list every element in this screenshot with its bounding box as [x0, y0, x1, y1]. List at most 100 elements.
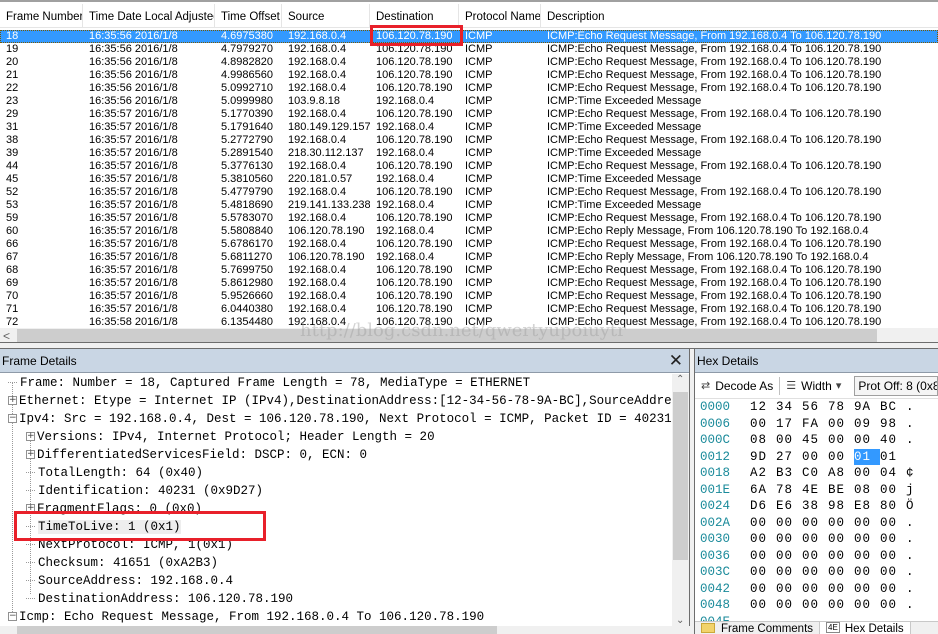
hex-byte[interactable]: 00: [854, 564, 880, 581]
hex-byte[interactable]: 12: [750, 399, 776, 416]
hex-byte[interactable]: 56: [802, 399, 828, 416]
hex-byte[interactable]: B3: [776, 465, 802, 482]
expand-icon[interactable]: +: [8, 396, 17, 406]
hex-byte[interactable]: 00: [802, 548, 828, 565]
table-row[interactable]: 38 16:35:57 2016/1/8 5.2772790 192.168.0.4 1…: [0, 134, 938, 147]
table-row[interactable]: 66 16:35:57 2016/1/8 5.6786170 192.168.0.4 1…: [0, 238, 938, 251]
hex-byte[interactable]: 00: [828, 564, 854, 581]
hex-byte[interactable]: 00: [802, 564, 828, 581]
hex-byte[interactable]: 9A: [854, 399, 880, 416]
table-row[interactable]: 52 16:35:57 2016/1/8 5.4779790 192.168.0.4 1…: [0, 186, 938, 199]
hex-byte[interactable]: 00: [802, 581, 828, 598]
tree-node[interactable]: + Ethernet: Etype = Internet IP (IPv4),De…: [0, 392, 672, 410]
hex-byte[interactable]: 00: [828, 531, 854, 548]
hex-byte[interactable]: 09: [854, 416, 880, 433]
tree-node[interactable]: SourceAddress: 192.168.0.4: [0, 572, 672, 590]
hex-byte[interactable]: 6A: [750, 482, 776, 499]
hex-byte[interactable]: FA: [802, 416, 828, 433]
hex-byte[interactable]: 00: [854, 597, 880, 614]
hex-byte[interactable]: E8: [854, 498, 880, 515]
table-row[interactable]: 31 16:35:57 2016/1/8 5.1791640 180.149.129.…: [0, 121, 938, 134]
tab-frame-comments[interactable]: Frame Comments: [695, 622, 819, 634]
hex-byte[interactable]: 00: [854, 548, 880, 565]
table-row[interactable]: 53 16:35:57 2016/1/8 5.4818690 219.141.133.…: [0, 199, 938, 212]
table-row[interactable]: 23 16:35:56 2016/1/8 5.0999980 103.9.8.18 19…: [0, 95, 938, 108]
hex-byte[interactable]: 00: [854, 432, 880, 449]
hex-byte[interactable]: 45: [802, 432, 828, 449]
hex-byte[interactable]: 00: [880, 597, 906, 614]
hex-byte[interactable]: 9D: [750, 449, 776, 466]
hex-byte[interactable]: 00: [750, 416, 776, 433]
column-header-protocol[interactable]: Protocol Name: [459, 4, 541, 28]
horizontal-scrollbar[interactable]: <: [0, 328, 938, 342]
hex-byte[interactable]: A2: [750, 465, 776, 482]
tree-node[interactable]: DestinationAddress: 106.120.78.190: [0, 590, 672, 608]
hex-byte[interactable]: 00: [828, 581, 854, 598]
tree-node[interactable]: − Icmp: Echo Request Message, From 192.16…: [0, 608, 672, 626]
hex-byte[interactable]: 00: [776, 597, 802, 614]
table-row[interactable]: 67 16:35:57 2016/1/8 5.6811270 106.120.78.1…: [0, 251, 938, 264]
table-row[interactable]: 44 16:35:57 2016/1/8 5.3776130 192.168.0.4 1…: [0, 160, 938, 173]
hex-byte[interactable]: 00: [828, 548, 854, 565]
table-row[interactable]: 29 16:35:57 2016/1/8 5.1770390 192.168.0.4 1…: [0, 108, 938, 121]
table-row[interactable]: 59 16:35:57 2016/1/8 5.5783070 192.168.0.4 1…: [0, 212, 938, 225]
hex-byte[interactable]: 78: [828, 399, 854, 416]
hex-byte[interactable]: 00: [776, 432, 802, 449]
scrollbar-thumb[interactable]: [17, 626, 497, 634]
tab-hex-details[interactable]: 4E Hex Details: [819, 622, 911, 634]
hex-byte[interactable]: 34: [776, 399, 802, 416]
hex-byte[interactable]: 98: [880, 416, 906, 433]
hex-byte[interactable]: 08: [854, 482, 880, 499]
hex-byte[interactable]: 00: [750, 564, 776, 581]
hex-byte[interactable]: 04: [880, 465, 906, 482]
table-row[interactable]: 19 16:35:56 2016/1/8 4.7979270 192.168.0.4 1…: [0, 43, 938, 56]
hex-byte[interactable]: 00: [750, 597, 776, 614]
hex-byte[interactable]: E6: [776, 498, 802, 515]
table-row[interactable]: 68 16:35:57 2016/1/8 5.7699750 192.168.0.4 1…: [0, 264, 938, 277]
hex-byte[interactable]: 00: [880, 515, 906, 532]
close-icon[interactable]: ✕: [669, 349, 683, 373]
vertical-scrollbar[interactable]: ⌃ ⌄: [672, 374, 689, 626]
width-dropdown[interactable]: ☰ Width ▾: [780, 375, 852, 397]
hex-byte[interactable]: 98: [828, 498, 854, 515]
table-row[interactable]: 70 16:35:57 2016/1/8 5.9526660 192.168.0.4 1…: [0, 290, 938, 303]
hex-byte[interactable]: 00: [828, 597, 854, 614]
hex-byte[interactable]: 17: [776, 416, 802, 433]
hex-byte[interactable]: 00: [880, 581, 906, 598]
hex-byte[interactable]: 00: [802, 449, 828, 466]
hex-byte[interactable]: 78: [776, 482, 802, 499]
hex-byte[interactable]: BC: [880, 399, 906, 416]
table-row[interactable]: 18 16:35:56 2016/1/8 4.6975380 192.168.0.4 1…: [0, 30, 938, 43]
scroll-down-icon[interactable]: ⌄: [676, 615, 684, 626]
column-header-time-offset[interactable]: Time Offset: [215, 4, 282, 28]
tree-node[interactable]: − Ipv4: Src = 192.168.0.4, Dest = 106.120…: [0, 410, 672, 428]
hex-byte[interactable]: 00: [828, 515, 854, 532]
hex-byte[interactable]: 00: [802, 597, 828, 614]
hex-byte[interactable]: 00: [828, 416, 854, 433]
hex-byte[interactable]: 00: [828, 432, 854, 449]
hex-byte[interactable]: 00: [776, 515, 802, 532]
hex-byte[interactable]: 00: [880, 548, 906, 565]
hex-byte[interactable]: 01: [880, 449, 906, 466]
hex-byte[interactable]: 00: [750, 581, 776, 598]
hex-byte[interactable]: 38: [802, 498, 828, 515]
hex-byte[interactable]: 27: [776, 449, 802, 466]
hex-byte[interactable]: 4E: [802, 482, 828, 499]
column-header-frame-number[interactable]: Frame Number: [0, 4, 83, 28]
tree-node[interactable]: TotalLength: 64 (0x40): [0, 464, 672, 482]
hex-byte[interactable]: 00: [750, 531, 776, 548]
tree-node[interactable]: Identification: 40231 (0x9D27): [0, 482, 672, 500]
collapse-icon[interactable]: −: [8, 414, 17, 424]
hex-byte[interactable]: 00: [802, 531, 828, 548]
table-row[interactable]: 71 16:35:57 2016/1/8 6.0440380 192.168.0.4 1…: [0, 303, 938, 316]
hex-byte[interactable]: 00: [776, 581, 802, 598]
protocol-offset-field[interactable]: Prot Off: 8 (0x8): [854, 375, 938, 396]
hex-byte[interactable]: A8: [828, 465, 854, 482]
hex-byte[interactable]: 00: [854, 531, 880, 548]
hex-byte[interactable]: 00: [750, 548, 776, 565]
hex-byte[interactable]: 00: [854, 581, 880, 598]
column-header-destination[interactable]: Destination: [370, 4, 459, 28]
hex-byte[interactable]: 00: [776, 531, 802, 548]
hex-byte[interactable]: 01: [854, 448, 880, 465]
table-row[interactable]: 20 16:35:56 2016/1/8 4.8982820 192.168.0.4 1…: [0, 56, 938, 69]
